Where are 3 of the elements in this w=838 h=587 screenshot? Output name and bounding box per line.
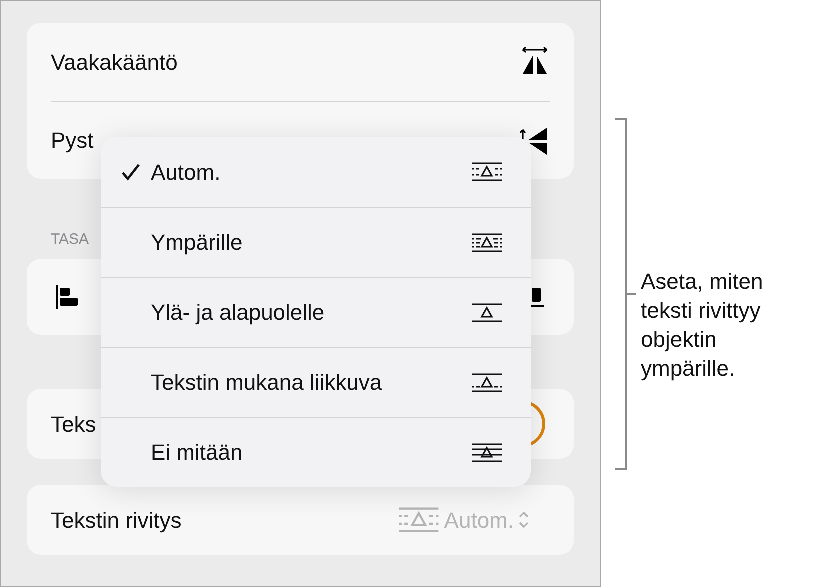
annotation-text: Aseta, miten teksti rivittyy objektin ympärille. [641,268,764,382]
row-label: Teks [51,410,96,438]
section-header: TASA [51,230,90,249]
